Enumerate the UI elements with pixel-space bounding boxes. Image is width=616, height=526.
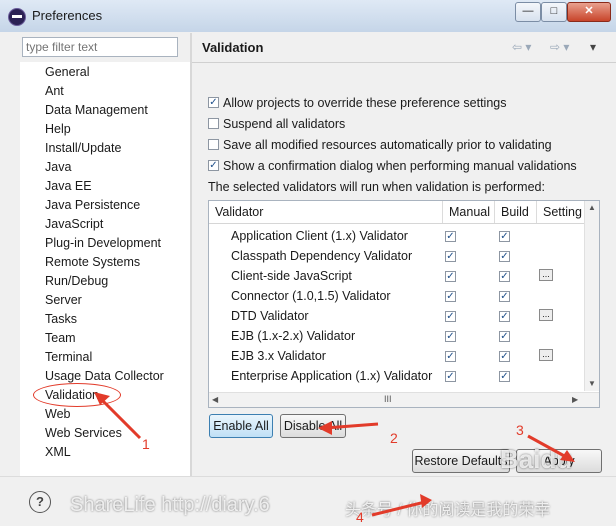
arrow-4 <box>371 500 426 517</box>
annotation-3: 3 <box>516 422 524 438</box>
annotation-4: 4 <box>356 509 364 525</box>
annotation-arrows <box>94 392 575 517</box>
annotation-1: 1 <box>142 436 150 452</box>
arrow-1-head <box>94 392 110 405</box>
arrow-2 <box>324 422 379 430</box>
arrow-2-head <box>318 421 332 435</box>
arrow-1 <box>98 396 142 440</box>
annotation-2: 2 <box>390 430 398 446</box>
preferences-window: Preferences — □ ✕ General Ant Data Manag… <box>0 0 616 526</box>
arrow-3 <box>527 434 569 460</box>
arrow-4-head <box>420 494 432 508</box>
